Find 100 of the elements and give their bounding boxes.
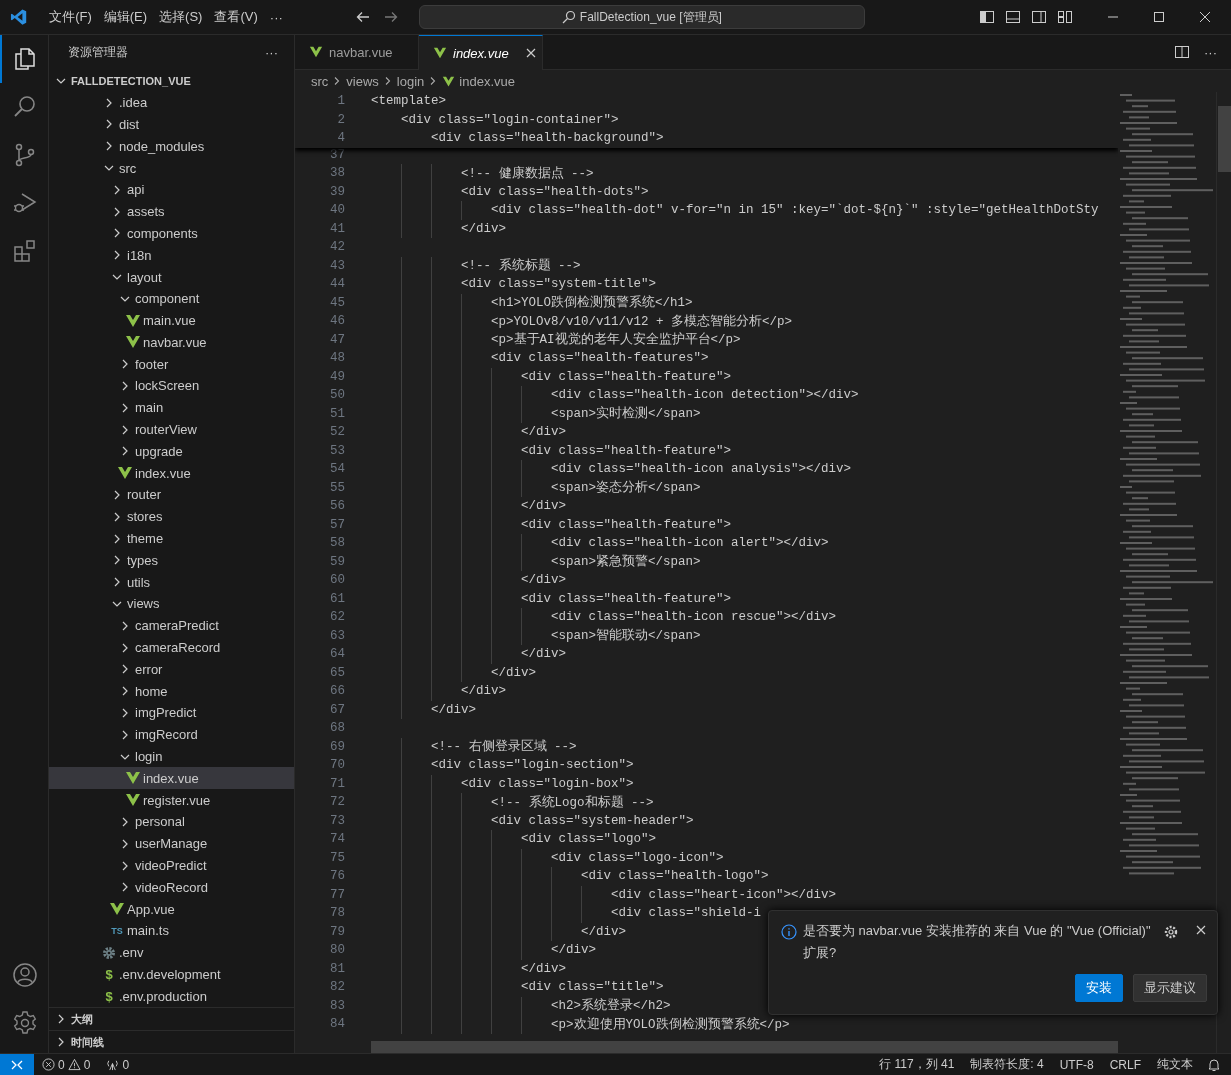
line-number: 83 <box>329 998 345 1013</box>
tree-item[interactable]: cameraPredict <box>49 614 294 637</box>
tree-item[interactable]: navbar.vue <box>49 331 294 354</box>
tree-item[interactable]: api <box>49 178 294 201</box>
section-header[interactable]: 时间线 <box>49 1030 294 1053</box>
notification-button[interactable]: 显示建议 <box>1133 974 1207 1002</box>
status-item[interactable]: 制表符长度: 4 <box>962 1056 1052 1073</box>
breadcrumb-item[interactable]: login <box>396 73 425 89</box>
tree-item[interactable]: TS main.ts <box>49 920 294 942</box>
tree-item[interactable]: types <box>49 549 294 572</box>
tree-item[interactable]: router <box>49 484 294 506</box>
breadcrumb-item[interactable]: index.vue <box>459 73 515 89</box>
tree-item[interactable]: cameraRecord <box>49 636 294 659</box>
code-line: <!-- 健康数据点 --> <box>460 165 594 182</box>
tree-item[interactable]: index.vue <box>49 462 294 485</box>
settings-icon[interactable] <box>12 1010 38 1036</box>
tree-item[interactable]: videoPredict <box>49 854 294 877</box>
tree-item[interactable]: App.vue <box>49 898 294 920</box>
tree-item[interactable]: layout <box>49 266 294 288</box>
file-name: userManage <box>135 836 208 852</box>
tree-item[interactable]: upgrade <box>49 440 294 463</box>
line-number: 44 <box>329 277 345 292</box>
ports-button[interactable]: 0 <box>98 1057 138 1072</box>
tree-item[interactable]: userManage <box>49 832 294 855</box>
close-icon[interactable] <box>524 47 537 59</box>
tree-item[interactable]: $ .env.development <box>49 963 294 986</box>
scrollbar-thumb[interactable] <box>1218 106 1231 172</box>
settings-icon[interactable] <box>1163 924 1179 940</box>
close-icon[interactable] <box>1195 924 1207 936</box>
horizontal-scrollbar[interactable] <box>371 1041 1118 1053</box>
tree-item[interactable]: component <box>49 287 294 310</box>
tree-item[interactable]: footer <box>49 353 294 376</box>
breadcrumb-item[interactable]: src <box>311 73 329 89</box>
code-line: <div class="health-feature"> <box>520 369 732 384</box>
status-item[interactable]: CRLF <box>1101 1057 1149 1072</box>
tree-item[interactable]: main.vue <box>49 309 294 332</box>
line-number: 41 <box>329 221 345 236</box>
notification-button[interactable]: 安装 <box>1075 974 1123 1002</box>
file-name: api <box>127 182 145 198</box>
tree-item[interactable]: theme <box>49 527 294 550</box>
file-name: App.vue <box>127 901 175 917</box>
tree-item[interactable]: src <box>49 157 294 179</box>
tree-item[interactable]: components <box>49 222 294 245</box>
status-item[interactable]: 纯文本 <box>1149 1056 1201 1073</box>
tree-item[interactable]: home <box>49 680 294 703</box>
more-actions-button[interactable]: ··· <box>1204 44 1217 60</box>
secondary-sidebar-icon[interactable] <box>1031 9 1047 25</box>
menu-item[interactable]: 文件(F) <box>43 8 98 26</box>
split-editor-icon[interactable] <box>1174 44 1190 60</box>
files-icon[interactable] <box>12 46 38 72</box>
tree-item[interactable]: imgRecord <box>49 723 294 746</box>
tree-item[interactable]: .idea <box>49 91 294 114</box>
tree-item[interactable]: login <box>49 745 294 768</box>
menu-item[interactable]: 选择(S) <box>153 8 209 26</box>
menu-item[interactable]: 查看(V) <box>208 8 264 26</box>
extensions-icon[interactable] <box>12 238 38 264</box>
editor-tab[interactable]: index.vue <box>419 35 543 70</box>
tree-item[interactable]: node_modules <box>49 135 294 158</box>
code-line: <div class="system-title"> <box>460 277 657 292</box>
tree-item[interactable]: .env <box>49 941 294 964</box>
command-center[interactable]: FallDetection_vue [管理员] <box>418 5 865 29</box>
tree-item[interactable]: i18n <box>49 244 294 267</box>
more-actions-button[interactable]: ··· <box>265 44 278 60</box>
close-icon[interactable] <box>1199 11 1211 23</box>
breadcrumb-item[interactable]: views <box>346 73 379 89</box>
section-header[interactable]: 大纲 <box>49 1007 294 1031</box>
problems-button[interactable]: 0 0 <box>34 1057 99 1072</box>
menu-item[interactable]: ··· <box>263 9 289 25</box>
tree-item[interactable]: imgPredict <box>49 702 294 724</box>
menu-item[interactable]: 编辑(E) <box>97 8 154 26</box>
tree-item[interactable]: assets <box>49 200 294 223</box>
tree-item[interactable]: register.vue <box>49 789 294 812</box>
panel-toggle-icon[interactable] <box>1005 9 1021 25</box>
tree-item[interactable]: lockScreen <box>49 375 294 397</box>
bell-icon[interactable] <box>1207 1057 1221 1072</box>
tree-item[interactable]: routerView <box>49 418 294 441</box>
tree-item[interactable]: stores <box>49 505 294 528</box>
account-icon[interactable] <box>12 962 38 988</box>
code-line: <div class="health-feature"> <box>520 443 732 458</box>
tree-item[interactable]: main <box>49 396 294 419</box>
maximize-icon[interactable] <box>1153 11 1165 23</box>
remote-button[interactable] <box>0 1054 34 1075</box>
status-item[interactable]: 行 117，列 41 <box>871 1056 963 1073</box>
tree-item[interactable]: $ .env.production <box>49 985 294 1008</box>
tree-item[interactable]: videoRecord <box>49 876 294 899</box>
back-arrow-icon[interactable] <box>354 9 371 25</box>
project-header[interactable]: FALLDETECTION_VUE <box>49 69 294 92</box>
tree-item[interactable]: error <box>49 658 294 681</box>
sidebar-toggle-icon[interactable] <box>979 9 995 25</box>
layout-grid-icon[interactable] <box>1057 9 1073 25</box>
forward-arrow-icon[interactable] <box>382 9 399 25</box>
tree-item[interactable]: utils <box>49 571 294 594</box>
tree-item[interactable]: personal <box>49 811 294 833</box>
tree-item[interactable]: dist <box>49 113 294 136</box>
tree-item[interactable]: index.vue <box>49 767 294 790</box>
code-line: <span>智能联动</span> <box>550 627 701 645</box>
status-item[interactable]: UTF-8 <box>1051 1057 1102 1072</box>
tree-item[interactable]: views <box>49 593 294 615</box>
line-number: 47 <box>329 332 345 347</box>
info-icon <box>781 924 797 940</box>
